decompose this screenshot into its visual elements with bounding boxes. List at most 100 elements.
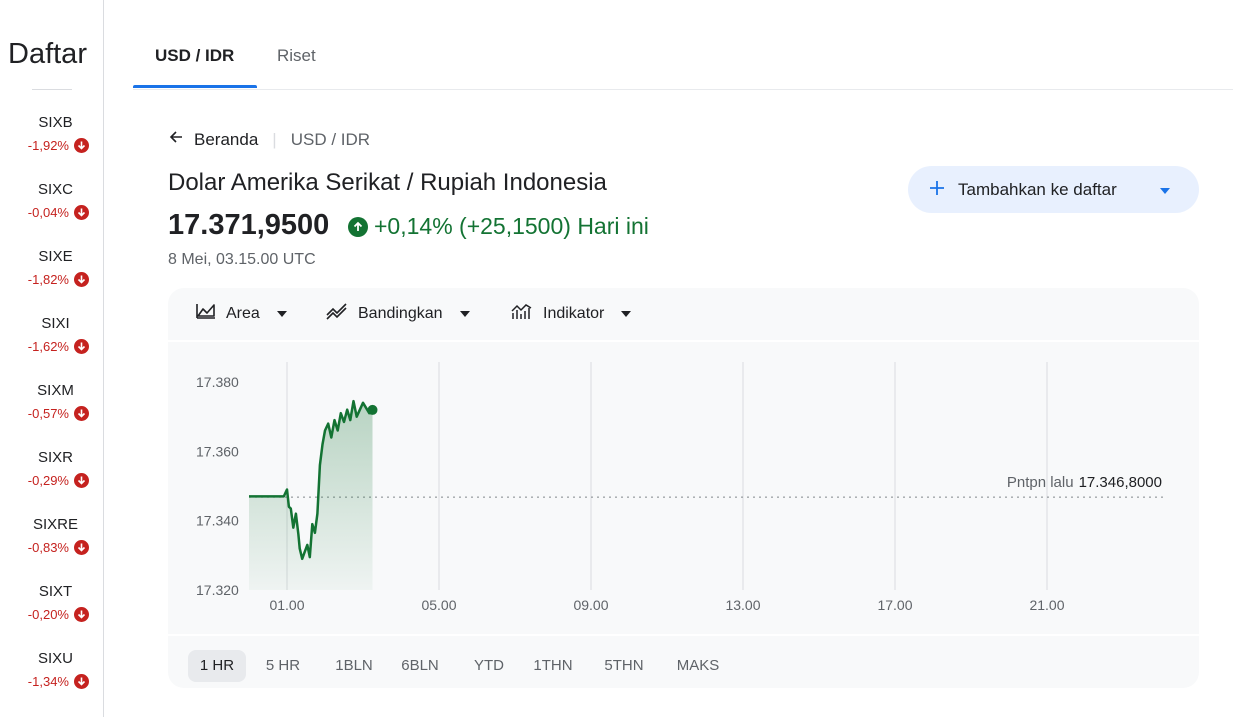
sidebar-divider	[32, 89, 72, 90]
watchlist-symbol: SIXT	[38, 583, 73, 600]
watchlist-symbol: SIXC	[37, 181, 73, 198]
arrow-down-icon	[74, 272, 89, 287]
watchlist-symbol: SIXM	[37, 382, 74, 399]
price-chart[interactable]: 01.00 05.00 09.00 13.00 17.00 21.00 17.380 17.3…	[168, 342, 1199, 634]
watchlist-item[interactable]: SIXI -1,62%	[0, 315, 103, 375]
range-button-maks[interactable]: MAKS	[666, 650, 730, 682]
watchlist-sidebar: Daftar SIXB -1,92% SIXC -0,04% SIXE -1,82% SIX…	[0, 0, 104, 717]
arrow-up-icon	[348, 216, 368, 237]
arrow-down-icon	[74, 339, 89, 354]
watchlist-change: -1,34%	[28, 674, 89, 689]
chart-type-label: Area	[226, 304, 260, 322]
add-to-watchlist-button[interactable]: Tambahkan ke daftar	[908, 166, 1199, 213]
range-button-5thn[interactable]: 5THN	[594, 650, 654, 682]
breadcrumb: Beranda | USD / IDR	[168, 129, 370, 150]
watchlist-item[interactable]: SIXRE -0,83%	[0, 516, 103, 576]
watchlist-item[interactable]: SIXM -0,57%	[0, 382, 103, 442]
watchlist-change-text: -1,62%	[27, 339, 69, 354]
x-tick-label: 01.00	[269, 597, 304, 613]
watchlist-item[interactable]: SIXT -0,20%	[0, 583, 103, 643]
y-tick-label: 17.360	[196, 443, 239, 459]
previous-close-annotation: Pntpn lalu 17.346,8000	[1007, 474, 1162, 491]
plus-icon	[930, 180, 944, 200]
x-tick-label: 13.00	[725, 597, 760, 613]
watchlist-change-text: -0,83%	[27, 540, 69, 555]
indicator-label: Indikator	[543, 304, 605, 322]
indicator-dropdown[interactable]: Indikator	[511, 302, 632, 325]
compare-label: Bandingkan	[358, 304, 443, 322]
range-button-1thn[interactable]: 1THN	[524, 650, 582, 682]
page-title: Dolar Amerika Serikat / Rupiah Indonesia	[168, 169, 607, 196]
chart-card: Area Bandingkan Indikator 01.00 05.00 09.0…	[168, 288, 1199, 688]
watchlist-change: -0,83%	[28, 540, 89, 555]
compare-dropdown[interactable]: Bandingkan	[326, 302, 471, 325]
watchlist-symbol: SIXR	[37, 449, 73, 466]
watchlist-change: -0,04%	[28, 205, 89, 220]
watchlist-change: -1,92%	[28, 138, 89, 153]
range-button-ytd[interactable]: YTD	[460, 650, 518, 682]
back-link[interactable]: Beranda	[168, 129, 258, 150]
watchlist-change-text: -0,04%	[27, 205, 69, 220]
tab-bar: USD / IDR Riset	[133, 0, 1233, 90]
compare-icon	[326, 302, 348, 325]
current-price-marker	[367, 404, 378, 415]
watchlist-change-text: -1,92%	[27, 138, 69, 153]
watchlist-item[interactable]: SIXU -1,34%	[0, 650, 103, 710]
watchlist-item[interactable]: SIXB -1,92%	[0, 114, 103, 174]
back-link-label: Beranda	[194, 129, 259, 149]
price-change-text: +0,14% (+25,1500) Hari ini	[374, 213, 649, 239]
watchlist-item[interactable]: SIXR -0,29%	[0, 449, 103, 509]
tab-usd-idr[interactable]: USD / IDR	[155, 46, 234, 66]
range-button-5hr[interactable]: 5 HR	[254, 650, 312, 682]
add-button-label: Tambahkan ke daftar	[958, 179, 1117, 199]
watchlist-symbol: SIXB	[38, 114, 73, 131]
breadcrumb-current: USD / IDR	[290, 129, 371, 149]
caret-down-icon	[1159, 180, 1171, 200]
watchlist-symbol: SIXI	[41, 315, 70, 332]
arrow-down-icon	[74, 607, 89, 622]
y-tick-label: 17.380	[196, 374, 239, 390]
arrow-down-icon	[74, 540, 89, 555]
quote-timestamp: 8 Mei, 03.15.00 UTC	[168, 251, 316, 268]
watchlist-item[interactable]: SIXC -0,04%	[0, 181, 103, 241]
caret-down-icon	[276, 305, 288, 323]
watchlist-change-text: -1,34%	[27, 674, 69, 689]
arrow-down-icon	[74, 205, 89, 220]
watchlist-change: -1,82%	[28, 272, 89, 287]
watchlist-symbol: SIXRE	[32, 516, 78, 533]
watchlist-change-text: -1,82%	[27, 272, 69, 287]
arrow-down-icon	[74, 674, 89, 689]
watchlist-symbol: SIXU	[37, 650, 73, 667]
indicator-icon	[511, 302, 533, 325]
watchlist-symbol: SIXE	[38, 248, 73, 265]
breadcrumb-separator: |	[272, 129, 277, 149]
chart-toolbar: Area Bandingkan Indikator	[168, 288, 1199, 342]
y-tick-label: 17.340	[196, 513, 239, 529]
watchlist-change: -0,20%	[28, 607, 89, 622]
watchlist-item[interactable]: SIXE -1,82%	[0, 248, 103, 308]
chart-type-dropdown[interactable]: Area	[196, 302, 288, 325]
caret-down-icon	[620, 305, 632, 323]
range-button-1bln[interactable]: 1BLN	[322, 650, 386, 682]
area-chart-icon	[196, 302, 216, 325]
active-tab-indicator	[133, 85, 257, 88]
range-selector: 1 HR 5 HR 1BLN 6BLN YTD 1THN 5THN MAKS	[168, 634, 1199, 690]
range-button-1hr[interactable]: 1 HR	[188, 650, 246, 682]
x-tick-label: 05.00	[421, 597, 456, 613]
x-tick-label: 09.00	[573, 597, 608, 613]
y-tick-label: 17.320	[196, 582, 239, 598]
arrow-down-icon	[74, 406, 89, 421]
caret-down-icon	[459, 305, 471, 323]
watchlist-change: -0,29%	[28, 473, 89, 488]
previous-close-value: 17.346,8000	[1079, 474, 1162, 491]
sidebar-title: Daftar	[8, 38, 87, 70]
watchlist-change: -1,62%	[28, 339, 89, 354]
tab-riset[interactable]: Riset	[277, 46, 316, 66]
arrow-down-icon	[74, 138, 89, 153]
x-tick-label: 17.00	[877, 597, 912, 613]
watchlist-change-text: -0,29%	[27, 473, 69, 488]
range-button-6bln[interactable]: 6BLN	[390, 650, 450, 682]
current-price: 17.371,9500	[168, 209, 330, 241]
price-change: +0,14% (+25,1500) Hari ini	[348, 213, 649, 240]
arrow-left-icon	[168, 129, 184, 150]
